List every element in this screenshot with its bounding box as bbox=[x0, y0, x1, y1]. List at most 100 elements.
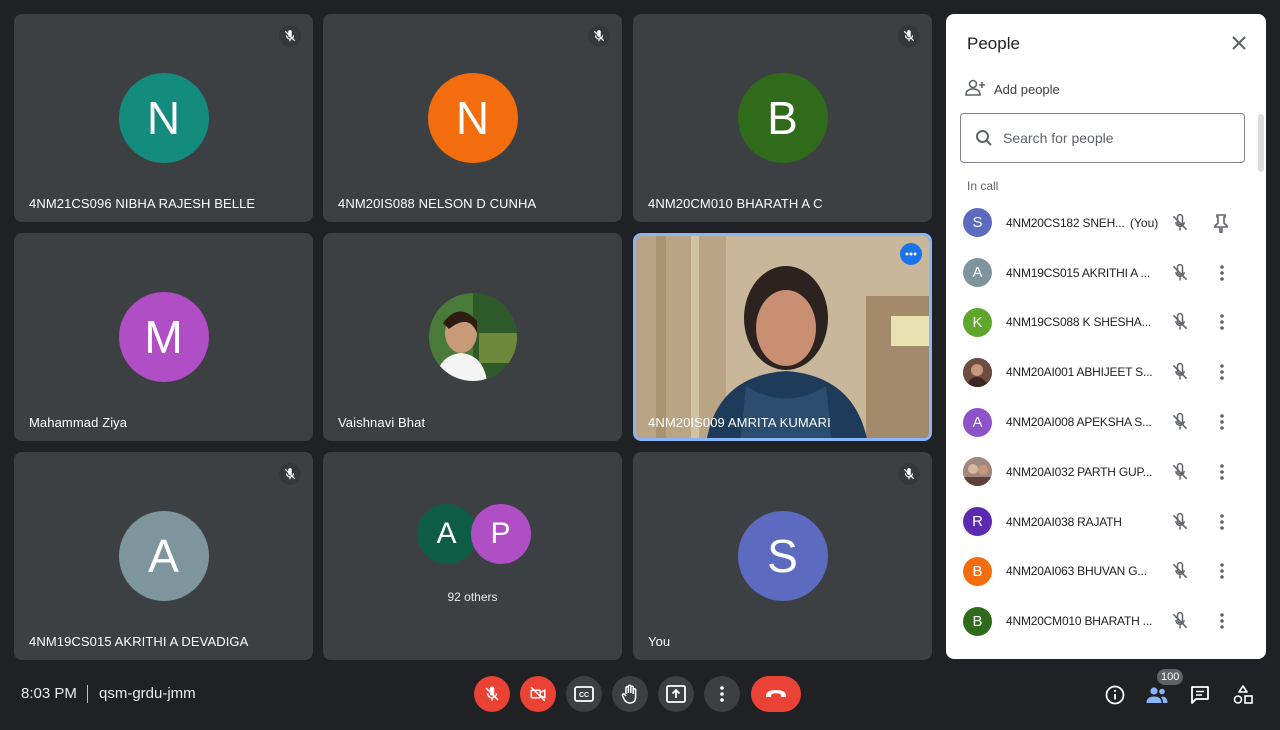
participant-tile[interactable]: A 4NM19CS015 AKRITHI A DEVADIGA bbox=[14, 452, 313, 660]
leave-call-button[interactable] bbox=[751, 676, 801, 712]
divider bbox=[87, 685, 88, 703]
participant-name: 4NM20IS009 AMRITA KUMARI bbox=[648, 415, 831, 430]
bottom-control-bar: 8:03 PM qsm-grdu-jmm CC 100 bbox=[0, 665, 1280, 730]
more-vert-icon[interactable] bbox=[1214, 362, 1230, 382]
info-icon bbox=[1104, 684, 1126, 706]
present-screen-button[interactable] bbox=[658, 676, 694, 712]
search-placeholder: Search for people bbox=[1003, 130, 1114, 146]
avatar: A bbox=[118, 511, 209, 601]
people-icon bbox=[1145, 685, 1169, 705]
participant-tile[interactable]: B 4NM20CM010 BHARATH A C bbox=[633, 14, 932, 222]
participant-tile-active[interactable]: 4NM20IS009 AMRITA KUMARI bbox=[633, 233, 932, 441]
video-feed bbox=[633, 233, 932, 441]
participant-name: 4NM19CS015 AKRITHI A ... bbox=[1006, 265, 1150, 280]
more-options-button[interactable] bbox=[704, 676, 740, 712]
add-people-label: Add people bbox=[994, 82, 1060, 97]
close-icon[interactable] bbox=[1228, 32, 1250, 54]
mic-off-icon bbox=[1170, 611, 1190, 631]
list-item[interactable]: 4NM20AI001 ABHIJEET S... bbox=[946, 347, 1252, 397]
list-item[interactable]: A 4NM19CS015 AKRITHI A ... bbox=[946, 248, 1252, 298]
profile-photo bbox=[963, 457, 992, 487]
more-vert-icon[interactable] bbox=[1214, 462, 1230, 482]
avatar: K bbox=[963, 307, 992, 337]
participant-name: 4NM20AI032 PARTH GUP... bbox=[1006, 464, 1153, 479]
participant-tile[interactable]: N 4NM21CS096 NIBHA RAJESH BELLE bbox=[14, 14, 313, 222]
participant-name: Vaishnavi Bhat bbox=[338, 415, 426, 430]
people-button[interactable] bbox=[1145, 683, 1169, 707]
mic-off-icon bbox=[483, 685, 501, 703]
mic-off-icon bbox=[279, 463, 301, 485]
self-tile[interactable]: S You bbox=[633, 452, 932, 660]
present-icon bbox=[666, 685, 686, 703]
people-panel: People Add people Search for people In c… bbox=[946, 14, 1266, 659]
list-item[interactable]: B 4NM20AI063 BHUVAN G... bbox=[946, 547, 1252, 597]
profile-photo bbox=[963, 357, 992, 387]
mic-off-icon bbox=[588, 25, 610, 47]
avatar: S bbox=[963, 208, 992, 238]
list-item[interactable]: A 4NM20AI008 APEKSHA S... bbox=[946, 397, 1252, 447]
others-tile[interactable]: A P 92 others bbox=[323, 452, 622, 660]
search-input[interactable]: Search for people bbox=[960, 113, 1245, 163]
search-icon bbox=[975, 129, 993, 147]
participant-name: 4NM20CS182 SNEH... bbox=[1006, 215, 1125, 230]
participant-tile[interactable]: Vaishnavi Bhat bbox=[323, 233, 622, 441]
more-vert-icon[interactable] bbox=[1214, 263, 1230, 283]
camera-toggle-button[interactable] bbox=[520, 676, 556, 712]
microphone-toggle-button[interactable] bbox=[474, 676, 510, 712]
list-item[interactable]: B 4NM20CM010 BHARATH ... bbox=[946, 596, 1252, 646]
mic-off-icon bbox=[1170, 312, 1190, 332]
participant-list: S 4NM20CS182 SNEH... (You) A 4NM19CS015 … bbox=[946, 198, 1252, 646]
meeting-code: qsm-grdu-jmm bbox=[99, 685, 196, 702]
mic-off-icon bbox=[898, 25, 920, 47]
avatar: R bbox=[963, 507, 992, 537]
more-vert-icon[interactable] bbox=[1214, 312, 1230, 332]
participant-count-badge: 100 bbox=[1157, 669, 1184, 685]
participant-name: 4NM20AI001 ABHIJEET S... bbox=[1006, 365, 1153, 380]
mic-off-icon bbox=[898, 463, 920, 485]
participant-name: 4NM20CM010 BHARATH ... bbox=[1006, 614, 1153, 629]
participant-name: 4NM21CS096 NIBHA RAJESH BELLE bbox=[29, 196, 256, 211]
mic-off-icon bbox=[1170, 412, 1190, 432]
participant-name: 4NM20AI008 APEKSHA S... bbox=[1006, 415, 1152, 430]
avatar: N bbox=[427, 73, 518, 163]
list-item[interactable]: S 4NM20CS182 SNEH... (You) bbox=[946, 198, 1252, 248]
avatar: N bbox=[118, 73, 209, 163]
avatar: A bbox=[963, 407, 992, 437]
avatar: B bbox=[963, 606, 992, 636]
add-people-button[interactable]: Add people bbox=[964, 78, 1060, 101]
meeting-details-button[interactable] bbox=[1103, 683, 1127, 707]
mic-off-icon bbox=[1170, 462, 1190, 482]
more-vert-icon bbox=[719, 685, 725, 703]
participant-name: 4NM19CS015 AKRITHI A DEVADIGA bbox=[29, 634, 249, 649]
pin-icon[interactable] bbox=[1212, 213, 1228, 235]
in-call-heading: In call bbox=[967, 179, 999, 193]
hand-icon bbox=[621, 684, 639, 704]
more-options-icon[interactable] bbox=[900, 243, 922, 265]
scrollbar[interactable] bbox=[1258, 114, 1264, 172]
others-count: 92 others bbox=[447, 590, 498, 604]
mic-off-icon bbox=[1170, 263, 1190, 283]
more-vert-icon[interactable] bbox=[1214, 412, 1230, 432]
svg-text:CC: CC bbox=[579, 692, 589, 699]
more-vert-icon[interactable] bbox=[1214, 611, 1230, 631]
list-item[interactable]: K 4NM19CS088 K SHESHA... bbox=[946, 298, 1252, 348]
panel-title: People bbox=[967, 34, 1020, 53]
activities-button[interactable] bbox=[1231, 683, 1255, 707]
call-end-icon bbox=[764, 688, 788, 700]
add-person-icon bbox=[964, 78, 986, 101]
list-item[interactable]: R 4NM20AI038 RAJATH bbox=[946, 497, 1252, 547]
more-vert-icon[interactable] bbox=[1214, 561, 1230, 581]
raise-hand-button[interactable] bbox=[612, 676, 648, 712]
participant-tile[interactable]: N 4NM20IS088 NELSON D CUNHA bbox=[323, 14, 622, 222]
participant-tile[interactable]: M Mahammad Ziya bbox=[14, 233, 313, 441]
video-grid: N 4NM21CS096 NIBHA RAJESH BELLE N 4NM20I… bbox=[14, 14, 932, 660]
participant-name: 4NM20AI063 BHUVAN G... bbox=[1006, 564, 1147, 579]
avatar: S bbox=[737, 511, 828, 601]
more-vert-icon[interactable] bbox=[1214, 512, 1230, 532]
chat-button[interactable] bbox=[1188, 683, 1212, 707]
captions-icon: CC bbox=[574, 686, 594, 702]
others-avatars: A P bbox=[416, 504, 531, 566]
list-item[interactable]: 4NM20AI032 PARTH GUP... bbox=[946, 447, 1252, 497]
camera-off-icon bbox=[528, 685, 548, 703]
captions-button[interactable]: CC bbox=[566, 676, 602, 712]
